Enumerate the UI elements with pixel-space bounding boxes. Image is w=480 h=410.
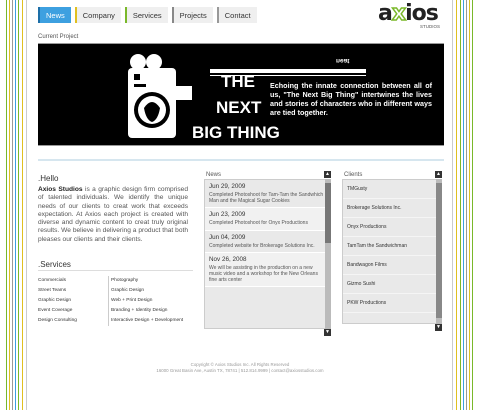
service-item: Event Coverage xyxy=(38,308,73,313)
clients-list[interactable]: TMGusty Brokerage Solutions Inc. Onyx Pr… xyxy=(342,179,442,324)
logo[interactable]: axios STUDIOS xyxy=(378,0,444,29)
nav-contact[interactable]: Contact xyxy=(216,7,257,23)
logo-word: axios xyxy=(378,0,439,27)
news-scroll-up-icon[interactable]: ▲ xyxy=(324,171,331,178)
news-date: Jun 23, 2009 xyxy=(209,211,246,219)
news-item[interactable]: Jun 23, 2009 Completed Photoshoot for On… xyxy=(205,208,330,231)
news-desc: Completed Photoshoot for Onyx Production… xyxy=(209,220,308,227)
client-item[interactable]: TamTam the Sandwichman xyxy=(343,237,441,256)
nav-services[interactable]: Services xyxy=(124,7,168,23)
page: News Company Services Projects Contact a… xyxy=(34,0,446,410)
service-item: Graphic Design xyxy=(38,298,72,303)
clients-scroll-up-icon[interactable]: ▲ xyxy=(435,171,442,178)
main-nav: News Company Services Projects Contact xyxy=(38,7,257,23)
clients-label: Clients xyxy=(344,172,363,178)
service-item: Interactive Design + Development xyxy=(111,318,184,323)
service-item: Commercials xyxy=(38,278,66,283)
nav-news[interactable]: News xyxy=(38,7,71,23)
client-item[interactable]: TMGusty xyxy=(343,180,441,199)
footer-address: 16000 Great Basin Ave, Austin TX, 78741 … xyxy=(156,368,324,373)
right-stripes xyxy=(450,0,476,410)
news-scroll-thumb[interactable] xyxy=(325,183,331,243)
current-project-banner[interactable]: neat THE NEXT BIG THING Echoing the inna… xyxy=(38,43,444,146)
service-item: Photography xyxy=(111,278,139,283)
logo-tagline: STUDIOS xyxy=(419,24,440,29)
hello-paragraph: Axios Studios is a graphic design firm c… xyxy=(38,186,188,244)
service-item: Street Teams xyxy=(38,288,67,293)
camera-icon xyxy=(128,54,192,138)
client-item[interactable]: Brokerage Solutions Inc. xyxy=(343,199,441,218)
news-date: Nov 26, 2008 xyxy=(209,255,247,263)
nav-projects[interactable]: Projects xyxy=(171,7,213,23)
service-item: Graphic Design xyxy=(111,288,145,293)
service-item: Web + Print Design xyxy=(111,298,153,303)
services-column-2: Photography Graphic Design Web + Print D… xyxy=(108,276,198,326)
hero-title-big-thing: BIG THING xyxy=(192,123,280,142)
left-stripes xyxy=(4,0,30,410)
client-item[interactable]: PKW Productions xyxy=(343,294,441,313)
client-item[interactable]: Gizmo Sushi xyxy=(343,275,441,294)
hero-title-the: THE xyxy=(221,72,255,91)
service-item: Branding + Identity Design xyxy=(111,308,168,313)
news-scrollbar[interactable] xyxy=(325,179,331,329)
news-date: Jun 29, 2009 xyxy=(209,183,246,190)
news-item[interactable]: Jun 04, 2009 Completed website for Broke… xyxy=(205,231,330,253)
footer: Copyright © Axios Studios Inc. All Right… xyxy=(34,362,446,374)
news-desc: Completed Photoshoot for Tam-Tam the San… xyxy=(209,192,324,205)
services-rule xyxy=(38,270,193,271)
service-item: Design Consulting xyxy=(38,318,77,323)
services-column-1: Commercials Street Teams Graphic Design … xyxy=(38,276,98,326)
news-desc: We will be assisting in the production o… xyxy=(209,264,318,284)
news-item[interactable]: Jun 29, 2009 Completed Photoshoot for Ta… xyxy=(205,180,330,209)
hello-body: is a graphic design firm comprised of ta… xyxy=(38,186,188,243)
hero-title-next: NEXT xyxy=(216,98,262,117)
clients-scroll-thumb[interactable] xyxy=(436,183,442,318)
client-item[interactable]: Onyx Productions xyxy=(343,218,441,237)
hello-heading: .Hello xyxy=(38,174,59,183)
news-label: News xyxy=(206,172,222,178)
nav-company[interactable]: Company xyxy=(74,7,121,23)
news-item[interactable]: Nov 26, 2008 We will be assisting in the… xyxy=(205,252,330,288)
news-date: Jun 04, 2009 xyxy=(209,233,246,241)
company-name: Axios Studios xyxy=(38,186,83,193)
current-project-label: Current Project xyxy=(38,34,79,40)
section-divider xyxy=(38,159,444,161)
news-scroll-down-icon[interactable]: ▼ xyxy=(324,329,331,336)
services-heading: .Services xyxy=(38,260,71,269)
hero-tagline: Echoing the innate connection between al… xyxy=(270,81,432,117)
clients-scrollbar[interactable] xyxy=(436,179,442,324)
clients-scroll-down-icon[interactable]: ▼ xyxy=(435,324,442,331)
news-list[interactable]: Jun 29, 2009 Completed Photoshoot for Ta… xyxy=(204,179,331,329)
client-item[interactable]: Bandwagon Films xyxy=(343,256,441,275)
news-desc: Completed website for Brokerage Solution… xyxy=(209,242,315,249)
hero-flipped-text: neat xyxy=(336,57,350,64)
